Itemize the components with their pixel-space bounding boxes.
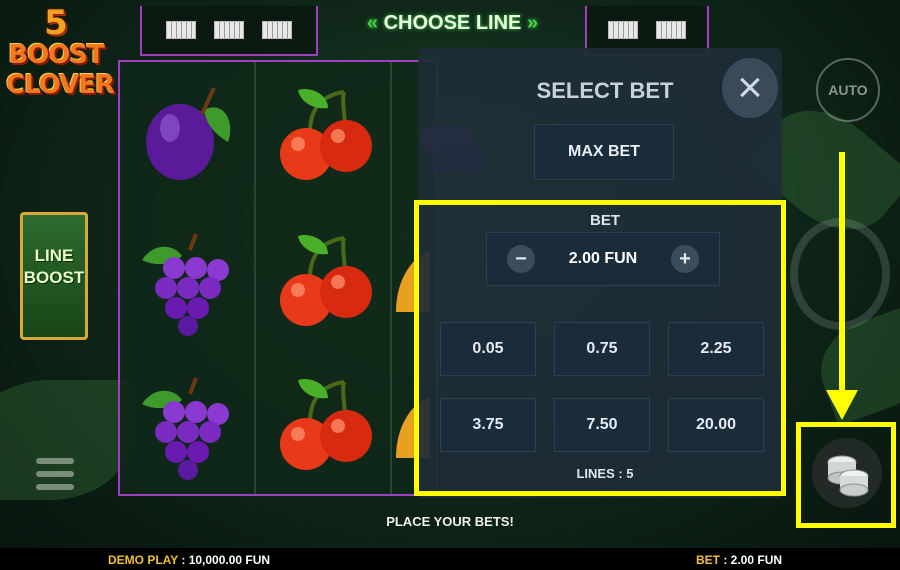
pointer-arrow-head [826,390,858,420]
close-icon[interactable]: × [722,58,778,118]
demo-play-label: DEMO PLAY [108,553,179,567]
reel-divider [254,62,256,494]
chevron-right-icon: » [526,12,539,34]
line-boost-label-1: LINE [34,246,74,265]
cherry-icon [280,88,372,180]
line-pattern-icon[interactable] [262,21,292,39]
line-boost-label-2: BOOST [23,268,85,287]
cherry-icon [280,378,372,470]
menu-bar [36,484,74,490]
line-selector-left [140,6,318,56]
bet-info-label: BET [696,553,720,567]
max-bet-button[interactable]: MAX BET [534,124,674,180]
choose-line-header: « CHOOSE LINE » [350,12,555,40]
pointer-arrow-shaft [839,152,845,402]
status-message: PLACE YOUR BETS! [386,514,514,529]
plum-icon [146,87,231,180]
bet-info: BET : 2.00 FUN [696,553,782,567]
line-pattern-icon[interactable] [656,21,686,39]
bottom-info-bar: DEMO PLAY : 10,000.00 FUN BET : 2.00 FUN [0,548,900,570]
demo-play-value: : 10,000.00 FUN [181,553,271,567]
line-boost-button[interactable]: LINE BOOST [20,212,88,340]
menu-bar [36,471,74,477]
logo-word-clover: CLOVER [6,70,115,100]
line-pattern-icon[interactable] [166,21,196,39]
menu-bar [36,458,74,464]
cherry-icon [280,234,372,326]
panel-title: SELECT BET [536,78,674,103]
line-pattern-icon[interactable] [214,21,244,39]
autoplay-button[interactable]: AUTO [816,58,880,122]
bet-section-highlight [414,200,786,496]
demo-play-info: DEMO PLAY : 10,000.00 FUN [108,553,270,567]
logo-word-boost: BOOST [8,40,104,70]
reel-area [118,60,485,496]
coins-highlight [796,422,896,528]
menu-icon[interactable] [36,458,74,490]
choose-line-label: CHOOSE LINE [383,12,522,34]
autoplay-label: AUTO [828,82,868,98]
bet-info-value: : 2.00 FUN [723,553,783,567]
game-logo: 5 BOOST CLOVER [6,3,115,126]
chevron-left-icon: « [366,12,379,34]
line-pattern-icon[interactable] [608,21,638,39]
grapes-icon [142,233,229,336]
grapes-icon [142,377,229,480]
logo-number: 5 [44,3,68,43]
